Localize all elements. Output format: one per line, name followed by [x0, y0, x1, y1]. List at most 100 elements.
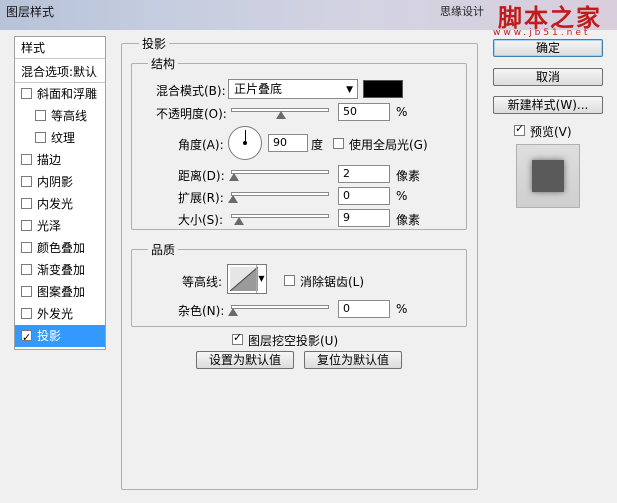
knockout-checkbox[interactable] — [232, 331, 243, 345]
style-list-item[interactable]: 外发光 — [15, 303, 105, 325]
angle-unit: 度 — [311, 138, 324, 152]
distance-input[interactable]: 2 — [338, 165, 390, 183]
style-list-item[interactable]: 图案叠加 — [15, 281, 105, 303]
distance-slider-thumb[interactable] — [229, 173, 239, 181]
spread-unit: % — [396, 189, 408, 203]
style-list-item-label: 等高线 — [51, 109, 88, 123]
global-light-checkbox[interactable] — [333, 138, 344, 149]
spread-slider-thumb[interactable] — [228, 195, 238, 203]
spread-label: 扩展(R): — [178, 191, 224, 205]
size-label: 大小(S): — [178, 213, 224, 227]
size-slider-thumb[interactable] — [234, 217, 244, 225]
blend-options-label: 混合选项:默认 — [21, 65, 98, 79]
noise-input[interactable]: 0 — [338, 300, 390, 318]
make-default-button[interactable]: 设置为默认值 — [196, 351, 294, 369]
style-list-item-label: 内阴影 — [37, 175, 74, 189]
angle-input[interactable]: 90 — [268, 134, 308, 152]
noise-slider-thumb[interactable] — [228, 308, 238, 316]
noise-slider[interactable] — [231, 305, 329, 309]
style-list-item-checkbox[interactable] — [21, 242, 32, 253]
angle-dial[interactable] — [228, 126, 262, 160]
knockout-label[interactable]: 图层挖空投影(U) — [248, 332, 338, 349]
distance-unit: 像素 — [396, 169, 421, 183]
style-list-item-checkbox[interactable] — [21, 88, 32, 99]
blend-mode-label: 混合模式(B): — [156, 84, 226, 98]
style-list-item[interactable]: 纹理 — [15, 127, 105, 149]
style-list-item-checkbox[interactable] — [21, 198, 32, 209]
style-list-item-label: 纹理 — [51, 131, 76, 145]
style-list-item-checkbox[interactable] — [35, 110, 46, 121]
style-list-item-label: 外发光 — [37, 307, 74, 321]
style-list-item-label: 图案叠加 — [37, 285, 86, 299]
style-list-item[interactable]: 内阴影 — [15, 171, 105, 193]
opacity-unit: % — [396, 105, 408, 119]
distance-slider[interactable] — [231, 170, 329, 174]
noise-label: 杂色(N): — [178, 304, 225, 318]
contour-label: 等高线: — [182, 275, 223, 289]
window-title: 图层样式 — [6, 5, 55, 19]
style-list-item-checkbox[interactable] — [21, 154, 32, 165]
style-list-item[interactable]: 内发光 — [15, 193, 105, 215]
noise-unit: % — [396, 302, 408, 316]
structure-title: 结构 — [148, 55, 179, 72]
size-input[interactable]: 9 — [338, 209, 390, 227]
style-list-item[interactable]: 颜色叠加 — [15, 237, 105, 259]
preview-checkbox[interactable] — [514, 122, 525, 136]
opacity-slider-thumb[interactable] — [276, 111, 286, 119]
contour-curve-icon — [230, 267, 258, 291]
style-list-item[interactable]: 投影 — [15, 325, 105, 349]
angle-label: 角度(A): — [178, 138, 224, 152]
drop-shadow-title: 投影 — [139, 35, 170, 52]
anti-alias-label[interactable]: 消除锯齿(L) — [300, 273, 364, 290]
style-list-item-checkbox[interactable] — [21, 308, 32, 319]
anti-alias-checkbox[interactable] — [284, 275, 295, 286]
style-list-item[interactable]: 等高线 — [15, 105, 105, 127]
distance-label: 距离(D): — [178, 169, 225, 183]
contour-picker[interactable]: ▼ — [227, 264, 267, 294]
style-list-item-checkbox[interactable] — [21, 286, 32, 297]
blend-options-item[interactable]: 混合选项:默认 — [15, 61, 105, 83]
blend-mode-select[interactable]: 正片叠底 ▼ — [228, 79, 358, 99]
global-light-label[interactable]: 使用全局光(G) — [349, 136, 428, 153]
style-list-item[interactable]: 光泽 — [15, 215, 105, 237]
style-list-header-label: 样式 — [21, 41, 46, 55]
reset-default-button[interactable]: 复位为默认值 — [304, 351, 402, 369]
opacity-input[interactable]: 50 — [338, 103, 390, 121]
ok-button[interactable]: 确定 — [493, 39, 603, 57]
style-list-item-label: 投影 — [37, 329, 62, 343]
style-list-item-checkbox[interactable] — [21, 176, 32, 187]
style-list-item-label: 斜面和浮雕 — [37, 87, 98, 101]
blend-mode-value: 正片叠底 — [234, 82, 283, 96]
style-list-item-checkbox[interactable] — [21, 220, 32, 231]
shadow-color-swatch[interactable] — [363, 80, 403, 98]
style-list-item-label: 颜色叠加 — [37, 241, 86, 255]
new-style-button[interactable]: 新建样式(W)... — [493, 96, 603, 114]
watermark-small: 思缘设计 — [440, 5, 484, 18]
opacity-label: 不透明度(O): — [156, 107, 227, 121]
style-list-header[interactable]: 样式 — [15, 37, 105, 59]
preview-swatch — [532, 160, 564, 192]
size-unit: 像素 — [396, 213, 421, 227]
style-list-item-label: 渐变叠加 — [37, 263, 86, 277]
spread-input[interactable]: 0 — [338, 187, 390, 205]
style-list-item-label: 光泽 — [37, 219, 62, 233]
title-bar: 图层样式 思缘设计 脚本之家 www.jb51.net — [0, 0, 617, 38]
style-list-item[interactable]: 描边 — [15, 149, 105, 171]
chevron-down-icon: ▼ — [346, 85, 353, 95]
style-list-item-checkbox[interactable] — [35, 132, 46, 143]
cancel-button[interactable]: 取消 — [493, 68, 603, 86]
style-list-item-label: 描边 — [37, 153, 62, 167]
preview-label[interactable]: 预览(V) — [530, 123, 572, 140]
style-list-item[interactable]: 斜面和浮雕 — [15, 83, 105, 105]
style-list-item[interactable]: 渐变叠加 — [15, 259, 105, 281]
spread-slider[interactable] — [231, 192, 329, 196]
style-list: 样式 混合选项:默认 斜面和浮雕等高线纹理描边内阴影内发光光泽颜色叠加渐变叠加图… — [14, 36, 106, 350]
style-preview — [516, 144, 580, 208]
style-list-item-label: 内发光 — [37, 197, 74, 211]
style-list-item-checkbox[interactable] — [21, 327, 32, 349]
quality-title: 品质 — [148, 241, 179, 258]
watermark-url: www.jb51.net — [493, 28, 591, 38]
size-slider[interactable] — [231, 214, 329, 218]
contour-dropdown-icon[interactable]: ▼ — [256, 265, 266, 293]
style-list-item-checkbox[interactable] — [21, 264, 32, 275]
